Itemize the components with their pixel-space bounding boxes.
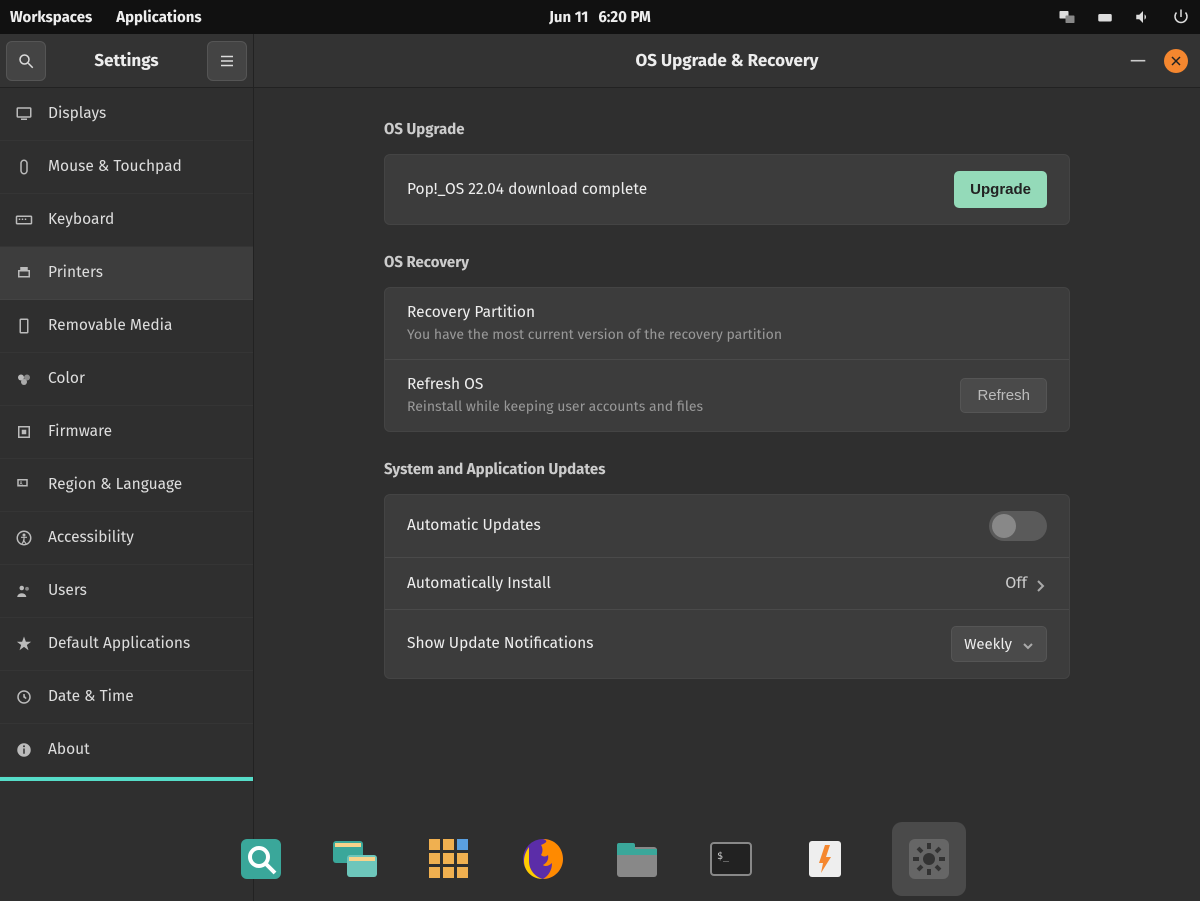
dock: $_ [214, 817, 986, 901]
sidebar-title: Settings [54, 50, 199, 71]
sidebar-item-keyboard[interactable]: Keyboard [0, 194, 253, 247]
show-notifications-label: Show Update Notifications [407, 635, 951, 653]
sidebar-bottom-accent [0, 777, 253, 781]
os-recovery-panel: Recovery Partition You have the most cur… [384, 287, 1070, 432]
dock-grid[interactable] [422, 832, 476, 886]
sidebar-item-firmware[interactable]: Firmware [0, 406, 253, 459]
refresh-os-sub: Reinstall while keeping user accounts an… [407, 398, 960, 415]
updates-heading: System and Application Updates [384, 460, 1070, 478]
region-icon: A [14, 475, 34, 495]
dropdown-arrow-icon [1022, 638, 1034, 650]
dock-firefox[interactable] [516, 832, 570, 886]
mouse-icon [14, 157, 34, 177]
sidebar-item-about[interactable]: About [0, 724, 253, 777]
window-title: OS Upgrade & Recovery [636, 50, 819, 71]
search-button[interactable] [6, 41, 46, 81]
sidebar-label: About [48, 741, 90, 759]
sidebar-label: Removable Media [48, 317, 172, 335]
os-recovery-heading: OS Recovery [384, 253, 1070, 271]
sidebar-label: Color [48, 370, 85, 388]
sidebar-item-displays[interactable]: Displays [0, 88, 253, 141]
os-topbar: Workspaces Applications Jun 11 6:20 PM [0, 0, 1200, 34]
topbar-workspaces[interactable]: Workspaces [10, 8, 92, 26]
svg-text:$_: $_ [717, 851, 730, 862]
dock-settings[interactable] [892, 822, 966, 896]
headerbar: Settings OS Upgrade & Recovery — [0, 34, 1200, 88]
sidebar-item-users[interactable]: Users [0, 565, 253, 618]
settings-window: Settings OS Upgrade & Recovery — Display… [0, 34, 1200, 901]
refresh-button[interactable]: Refresh [960, 378, 1047, 413]
os-upgrade-heading: OS Upgrade [384, 120, 1070, 138]
color-icon [14, 369, 34, 389]
clock-icon [14, 687, 34, 707]
accessibility-icon [14, 528, 34, 548]
dock-search[interactable] [234, 832, 288, 886]
sidebar-label: Accessibility [48, 529, 134, 547]
minimize-button[interactable]: — [1126, 49, 1150, 73]
sidebar-label: Firmware [48, 423, 112, 441]
network-icon[interactable] [1096, 8, 1114, 26]
dock-files[interactable] [610, 832, 664, 886]
sidebar-item-printers[interactable]: Printers [0, 247, 253, 300]
power-icon[interactable] [1172, 8, 1190, 26]
topbar-date: Jun 11 [549, 8, 588, 26]
sidebar-item-removable[interactable]: Removable Media [0, 300, 253, 353]
refresh-os-title: Refresh OS [407, 376, 960, 394]
auto-install-row[interactable]: Automatically Install Off [385, 558, 1069, 610]
sidebar-label: Displays [48, 105, 106, 123]
sidebar-item-default-apps[interactable]: Default Applications [0, 618, 253, 671]
notifications-value: Weekly [964, 635, 1012, 653]
dock-popshop[interactable] [798, 832, 852, 886]
auto-install-value: Off [1005, 574, 1027, 593]
auto-updates-label: Automatic Updates [407, 517, 989, 535]
sidebar-label: Region & Language [48, 476, 182, 494]
keyboard-icon [14, 210, 34, 230]
sidebar-item-accessibility[interactable]: Accessibility [0, 512, 253, 565]
svg-text:A: A [20, 481, 23, 487]
sidebar-label: Users [48, 582, 87, 600]
dock-workspaces[interactable] [328, 832, 382, 886]
sidebar-item-region[interactable]: A Region & Language [0, 459, 253, 512]
sidebar-label: Default Applications [48, 635, 190, 653]
sidebar-item-date-time[interactable]: Date & Time [0, 671, 253, 724]
sidebar-item-mouse[interactable]: Mouse & Touchpad [0, 141, 253, 194]
upgrade-button[interactable]: Upgrade [954, 171, 1047, 208]
topbar-applications[interactable]: Applications [116, 8, 201, 26]
notifications-select[interactable]: Weekly [951, 626, 1047, 662]
topbar-clock[interactable]: Jun 11 6:20 PM [549, 8, 651, 26]
close-button[interactable] [1164, 49, 1188, 73]
users-icon [14, 581, 34, 601]
star-icon [14, 634, 34, 654]
sidebar-label: Mouse & Touchpad [48, 158, 182, 176]
upgrade-status-text: Pop!_OS 22.04 download complete [407, 181, 954, 199]
firmware-icon [14, 422, 34, 442]
sidebar-label: Keyboard [48, 211, 114, 229]
updates-panel: Automatic Updates Automatically Install … [384, 494, 1070, 679]
sidebar: Displays Mouse & Touchpad Keyboard Print… [0, 88, 254, 901]
auto-updates-toggle[interactable] [989, 511, 1047, 541]
recovery-partition-sub: You have the most current version of the… [407, 326, 1047, 343]
removable-media-icon [14, 316, 34, 336]
auto-install-label: Automatically Install [407, 575, 1005, 593]
windows-icon[interactable] [1058, 8, 1076, 26]
volume-icon[interactable] [1134, 8, 1152, 26]
topbar-time: 6:20 PM [598, 8, 651, 26]
printers-icon [14, 263, 34, 283]
menu-button[interactable] [207, 41, 247, 81]
os-upgrade-panel: Pop!_OS 22.04 download complete Upgrade [384, 154, 1070, 225]
sidebar-item-color[interactable]: Color [0, 353, 253, 406]
displays-icon [14, 104, 34, 124]
info-icon [14, 740, 34, 760]
dock-terminal[interactable]: $_ [704, 832, 758, 886]
chevron-right-icon [1035, 578, 1047, 590]
recovery-partition-title: Recovery Partition [407, 304, 1047, 322]
content-area: OS Upgrade Pop!_OS 22.04 download comple… [254, 88, 1200, 901]
sidebar-label: Printers [48, 264, 103, 282]
sidebar-label: Date & Time [48, 688, 134, 706]
